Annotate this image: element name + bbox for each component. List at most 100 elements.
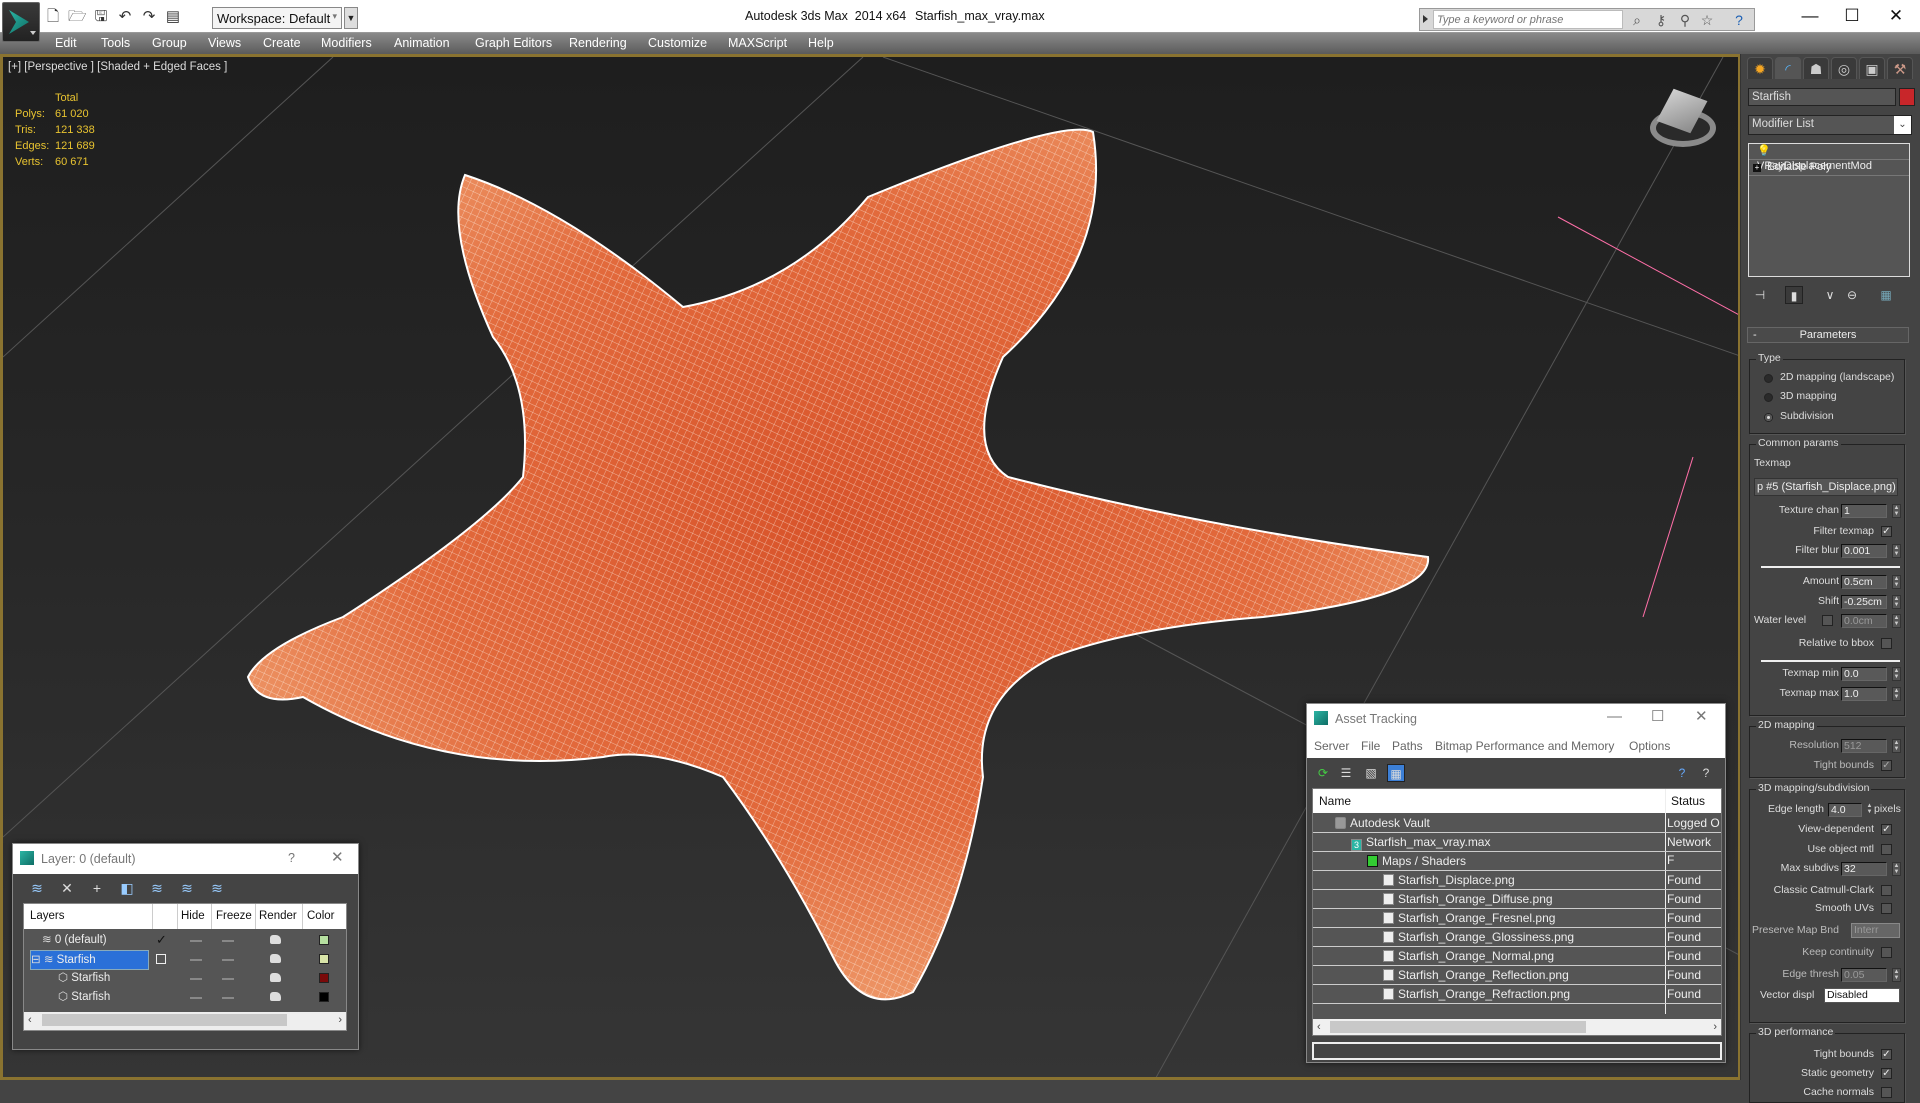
horizontal-scrollbar[interactable]: ‹ › — [24, 1012, 346, 1030]
rollout-header[interactable]: - Parameters — [1747, 327, 1909, 343]
spinner-icon[interactable]: ▲ ▼ — [1892, 595, 1901, 609]
menu-animation[interactable]: Animation — [394, 36, 450, 50]
column-status[interactable]: Status — [1671, 794, 1705, 808]
key-icon[interactable]: ⚷ — [1652, 11, 1670, 29]
stack-item-editable-poly[interactable]: + Editable Poly — [1749, 160, 1909, 176]
max-subdivs-field[interactable]: 32 — [1841, 862, 1887, 876]
asset-row[interactable]: Starfish_Orange_Glossiness.png Found — [1313, 928, 1721, 947]
layer-properties-icon[interactable]: ≋ — [207, 879, 227, 897]
menu-server[interactable]: Server — [1314, 739, 1349, 753]
binoculars-icon[interactable]: ⌕ — [1628, 11, 1646, 29]
layer-name[interactable]: ⬡ Starfish — [58, 988, 110, 1006]
menu-tools[interactable]: Tools — [101, 36, 130, 50]
menu-file[interactable]: File — [1361, 739, 1380, 753]
set-current-layer-icon[interactable]: ≋ — [177, 879, 197, 897]
shift-field[interactable]: -0.25cm — [1841, 595, 1887, 609]
horizontal-scrollbar[interactable]: ‹ › — [1313, 1019, 1721, 1035]
dialog-title-bar[interactable]: Asset Tracking — ☐ ✕ — [1307, 704, 1725, 734]
asset-row[interactable]: Starfish_Orange_Fresnel.png Found — [1313, 909, 1721, 928]
create-tab-icon[interactable]: ✹ — [1747, 57, 1773, 79]
use-object-mtl-checkbox[interactable] — [1881, 844, 1892, 855]
active-layer-check-icon[interactable]: ✓ — [156, 931, 167, 949]
make-unique-icon[interactable]: ∨ — [1821, 286, 1839, 304]
help-icon[interactable]: ? — [1730, 11, 1748, 29]
menu-create[interactable]: Create — [263, 36, 301, 50]
radio-2d-mapping[interactable] — [1764, 374, 1773, 383]
scroll-right-icon[interactable]: › — [338, 1012, 342, 1028]
hide-toggle[interactable] — [190, 940, 202, 942]
add-to-layer-icon[interactable]: + — [87, 879, 107, 897]
application-menu-button[interactable] — [2, 2, 40, 42]
star-icon[interactable]: ☆ — [1698, 11, 1716, 29]
satellite-icon[interactable]: ⚲ — [1676, 11, 1694, 29]
close-button[interactable]: ✕ — [1876, 4, 1916, 28]
freeze-toggle[interactable] — [222, 959, 234, 961]
filter-blur-field[interactable]: 0.001 — [1841, 544, 1887, 558]
freeze-toggle[interactable] — [222, 940, 234, 942]
layer-color-swatch[interactable] — [319, 992, 329, 1002]
set-active-checkbox[interactable] — [156, 954, 166, 964]
modify-tab-icon[interactable]: ◜ — [1775, 57, 1801, 79]
maximize-button[interactable]: ☐ — [1832, 4, 1872, 28]
hide-toggle[interactable] — [190, 997, 202, 999]
hide-toggle[interactable] — [190, 959, 202, 961]
column-freeze[interactable]: Freeze — [216, 910, 252, 922]
context-help-icon[interactable]: ? — [1697, 764, 1715, 782]
menu-options[interactable]: Options — [1629, 739, 1670, 753]
table-view-icon[interactable]: ▦ — [1387, 764, 1405, 782]
remove-modifier-icon[interactable]: ⊖ — [1843, 286, 1861, 304]
layer-color-swatch[interactable] — [319, 935, 329, 945]
classic-catmull-checkbox[interactable] — [1881, 885, 1892, 896]
keep-continuity-checkbox[interactable] — [1881, 947, 1892, 958]
asset-path-field[interactable] — [1312, 1042, 1722, 1060]
asset-row[interactable]: Autodesk Vault Logged O — [1313, 814, 1721, 833]
texmap-min-field[interactable]: 0.0 — [1841, 667, 1887, 681]
relative-bbox-checkbox[interactable] — [1881, 638, 1892, 649]
layer-row[interactable]: ⬡ Starfish — [24, 988, 346, 1007]
stack-item-vraydisplacement[interactable]: 💡VRayDisplacementMod — [1749, 144, 1909, 172]
column-hide[interactable]: Hide — [181, 910, 205, 922]
spinner-icon[interactable]: ▲ ▼ — [1892, 575, 1901, 589]
layer-name[interactable]: ⬡ Starfish — [58, 969, 110, 987]
texmap-button[interactable]: p #5 (Starfish_Displace.png) — [1754, 478, 1898, 496]
edge-thresh-field[interactable]: 0.05 — [1841, 968, 1887, 982]
menu-customize[interactable]: Customize — [648, 36, 707, 50]
menu-paths[interactable]: Paths — [1392, 739, 1423, 753]
spinner-icon[interactable]: ▲ ▼ — [1892, 614, 1901, 628]
column-layers[interactable]: Layers — [30, 910, 65, 922]
render-teapot-icon[interactable] — [270, 992, 281, 1001]
pin-stack-icon[interactable]: ⊣ — [1751, 286, 1769, 304]
spinner-icon[interactable]: ▲ ▼ — [1892, 687, 1901, 701]
show-end-result-icon[interactable]: ▮ — [1785, 286, 1803, 304]
amount-field[interactable]: 0.5cm — [1841, 575, 1887, 589]
smooth-uvs-checkbox[interactable] — [1881, 903, 1892, 914]
texmap-max-field[interactable]: 1.0 — [1841, 687, 1887, 701]
menu-rendering[interactable]: Rendering — [569, 36, 627, 50]
spinner-icon[interactable]: ▲ ▼ — [1892, 739, 1901, 753]
asset-row[interactable]: 3 Starfish_max_vray.max Network F — [1313, 833, 1721, 867]
motion-tab-icon[interactable]: ◎ — [1831, 57, 1857, 79]
tight-bounds-3d-checkbox[interactable]: ✓ — [1881, 1049, 1892, 1060]
tight-bounds-2d-checkbox[interactable]: ✓ — [1881, 760, 1892, 771]
menu-maxscript[interactable]: MAXScript — [728, 36, 787, 50]
delete-layer-icon[interactable]: ✕ — [57, 879, 77, 897]
close-button[interactable]: ✕ — [331, 848, 344, 866]
maximize-button[interactable]: ☐ — [1651, 707, 1664, 725]
help-icon[interactable]: ? — [1673, 764, 1691, 782]
scroll-right-icon[interactable]: › — [1713, 1019, 1717, 1035]
freeze-toggle[interactable] — [222, 997, 234, 999]
expand-plus-icon[interactable]: + — [1753, 164, 1761, 172]
preserve-map-dropdown[interactable]: Interr — [1851, 923, 1900, 938]
object-color-swatch[interactable] — [1899, 88, 1915, 106]
menu-graph-editors[interactable]: Graph Editors — [475, 36, 552, 50]
project-folder-icon[interactable]: ▤ — [164, 8, 182, 26]
menu-edit[interactable]: Edit — [55, 36, 77, 50]
hierarchy-tab-icon[interactable]: ☗ — [1803, 57, 1829, 79]
create-layer-icon[interactable]: ≋ — [27, 879, 47, 897]
viewcube[interactable] — [1646, 88, 1718, 153]
cache-normals-checkbox[interactable] — [1881, 1087, 1892, 1098]
layer-name[interactable]: ⊟ ≋ Starfish — [30, 950, 149, 970]
lightbulb-icon[interactable]: 💡 — [1757, 145, 1771, 157]
layer-row[interactable]: ⊟ ≋ Starfish — [24, 950, 346, 970]
asset-row[interactable]: Starfish_Orange_Diffuse.png Found — [1313, 890, 1721, 909]
